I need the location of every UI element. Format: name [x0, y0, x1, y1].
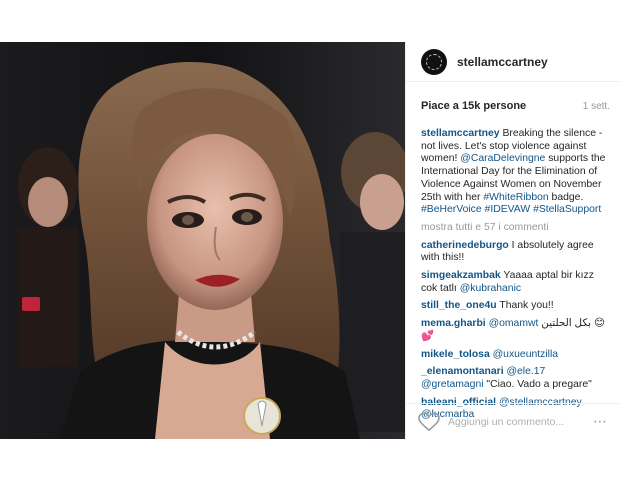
top-margin — [0, 0, 620, 42]
comment-username[interactable]: mema.gharbi — [421, 318, 486, 329]
ellipsis-icon[interactable]: ⋯ — [593, 413, 608, 430]
comment-footer: Aggiungi un commento... ⋯ — [406, 403, 620, 439]
hashtag-link[interactable]: #WhiteRibbon — [483, 192, 548, 203]
post-photo[interactable] — [0, 42, 405, 439]
comment-username[interactable]: _elenamontanari — [421, 366, 504, 377]
likes-row: Piace a 15k persone 1 sett. — [406, 82, 620, 128]
comment-username[interactable]: still_the_one4u — [421, 300, 497, 311]
comment-mention[interactable]: @ele.17 — [506, 366, 545, 377]
comment-username[interactable]: mikele_tolosa — [421, 349, 490, 360]
caption-text: badge. — [548, 191, 584, 203]
likes-count[interactable]: Piace a 15k persone — [421, 100, 526, 112]
post-caption: stellamccartney Breaking the silence - n… — [421, 128, 610, 217]
comment-mention[interactable]: @kubrahanic — [460, 283, 521, 294]
comment-mention[interactable]: @uxueuntzilla — [493, 349, 558, 360]
comment-item: simgeakzambak Yaaaa aptal bir kızz cok t… — [421, 270, 610, 295]
comment-item: mema.gharbi @omamwt بكل الحلتين 😊💕 — [421, 318, 610, 343]
comment-item: still_the_one4u Thank you!! — [421, 300, 610, 313]
caption-username[interactable]: stellamccartney — [421, 128, 500, 139]
stella-logo-icon[interactable] — [421, 48, 447, 75]
comment-mention[interactable]: @gretamagni — [421, 379, 484, 390]
add-comment-input[interactable]: Aggiungi un commento... — [448, 416, 593, 428]
comments-list: stellamccartney Breaking the silence - n… — [406, 128, 620, 422]
hashtag-link[interactable]: #BeHerVoice — [421, 204, 482, 215]
bottom-margin — [0, 439, 620, 481]
comment-item: _elenamontanari @ele.17 @gretamagni "Cia… — [421, 366, 610, 391]
header-username[interactable]: stellamccartney — [457, 55, 548, 69]
comment-item: catherinedeburgo I absolutely agree with… — [421, 240, 610, 265]
post-header: stellamccartney — [406, 42, 620, 82]
photo-illustration — [0, 42, 405, 439]
comment-username[interactable]: catherinedeburgo — [421, 240, 509, 251]
comment-username[interactable]: simgeakzambak — [421, 270, 501, 281]
heart-outline-icon[interactable] — [418, 412, 440, 432]
comment-text: "Ciao. Vado a pregare" — [483, 378, 592, 390]
caption-mention[interactable]: @CaraDelevingne — [460, 153, 545, 164]
post-time: 1 sett. — [582, 101, 610, 112]
show-all-comments-link[interactable]: mostra tutti e 57 i commenti — [421, 222, 610, 235]
hashtag-link[interactable]: #IDEVAW — [485, 204, 531, 215]
comment-mention[interactable]: @omamwt — [489, 318, 539, 329]
comment-text: Thank you!! — [496, 300, 554, 312]
hashtag-link[interactable]: #StellaSupport — [533, 204, 601, 215]
comment-item: mikele_tolosa @uxueuntzilla — [421, 349, 610, 362]
post-side-panel: stellamccartney Piace a 15k persone 1 se… — [405, 42, 620, 439]
